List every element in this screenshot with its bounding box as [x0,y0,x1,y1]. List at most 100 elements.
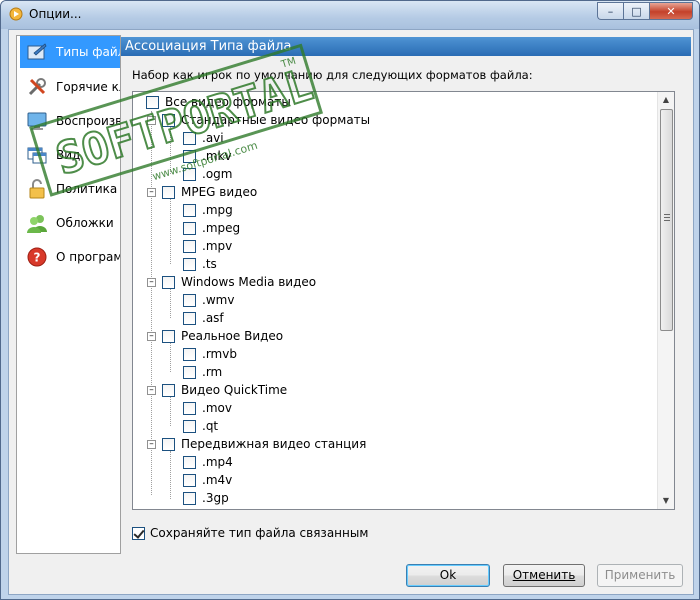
tree-label: .rmvb [202,347,237,361]
collapse-toggle[interactable]: – [147,187,156,197]
tree-group-real-video[interactable]: – Реальное Видео [147,327,283,345]
tree-label: .mkv [202,149,232,163]
checkbox[interactable] [162,185,175,199]
checkbox[interactable] [183,203,196,217]
sidebar-item-label: Воспроизве [56,114,120,128]
collapse-toggle[interactable]: – [147,331,156,341]
scroll-down-button[interactable]: ▼ [658,493,674,509]
tree-group-standard[interactable]: – Стандартные видео форматы [147,111,370,129]
users-icon [26,212,48,234]
tree-item[interactable]: .wmv [183,291,234,309]
sidebar-item-hotkeys[interactable]: Горячие кл [20,71,120,103]
sidebar-item-label: Вид [56,148,81,162]
app-icon [9,7,23,21]
collapse-toggle[interactable]: – [147,115,156,125]
tree-item[interactable]: .avi [183,129,224,147]
tree-connector [170,397,171,426]
keep-association-option[interactable]: Сохраняйте тип файла связанным [132,526,368,540]
maximize-button[interactable]: □ [623,2,649,20]
checkbox[interactable] [183,473,196,487]
checkbox[interactable] [183,239,196,253]
checkbox[interactable] [162,329,175,343]
checkbox[interactable] [162,383,175,397]
tree-connector [170,289,171,318]
checkbox[interactable] [183,131,196,145]
checkbox[interactable] [183,293,196,307]
sidebar-item-about[interactable]: ? О программ [20,241,120,273]
tree-item[interactable]: .ts [183,255,217,273]
checkbox[interactable] [162,437,175,451]
tree-label: .rm [202,365,223,379]
tree-item[interactable]: .ogm [183,165,232,183]
tree-group-windows-media[interactable]: – Windows Media видео [147,273,316,291]
checkbox[interactable] [183,419,196,433]
dialog-client-area: Типы файл Горячие кл Воспроизве Вид [8,29,694,595]
tree-item[interactable]: .mpv [183,237,232,255]
file-format-tree[interactable]: Все видео форматы – Стандартные видео фо… [132,91,675,510]
tree-scrollbar[interactable]: ▲ ▼ [657,92,674,509]
collapse-toggle[interactable]: – [147,277,156,287]
help-icon: ? [26,246,48,268]
checkbox[interactable] [183,491,196,505]
checkbox[interactable] [162,113,175,127]
tree-item[interactable]: .mov [183,399,232,417]
tree-label: .mpv [202,239,233,253]
minimize-button[interactable]: – [597,2,623,20]
sidebar-item-playback[interactable]: Воспроизве [20,105,120,137]
tree-label: Все видео форматы [165,95,291,109]
tree-group-quicktime[interactable]: – Видео QuickTime [147,381,287,399]
ok-button[interactable]: Ok [406,564,490,587]
checkbox[interactable] [183,347,196,361]
sidebar-item-privacy[interactable]: Политика к [20,173,120,205]
collapse-toggle[interactable]: – [147,439,156,449]
tools-icon [26,76,48,98]
tree-item[interactable]: .qt [183,417,218,435]
tree-item[interactable]: .3gp [183,489,229,507]
checkbox[interactable] [183,221,196,235]
cancel-button-label: Отменить [512,568,576,582]
sidebar-item-skins[interactable]: Обложки [20,207,120,239]
sidebar-item-file-types[interactable]: Типы файл [20,36,120,68]
tree-item[interactable]: .mp4 [183,453,233,471]
checkbox[interactable] [162,275,175,289]
window-icon [26,144,48,166]
checkbox[interactable] [183,167,196,181]
tree-label: .wmv [202,293,235,307]
title-bar[interactable]: Опции... – □ ✕ [1,1,699,29]
keep-association-label: Сохраняйте тип файла связанным [150,526,369,540]
section-description: Набор как игрок по умолчанию для следующ… [132,68,533,82]
tree-connector [170,199,171,264]
apply-button[interactable]: Применить [597,564,683,587]
tree-item[interactable]: .asf [183,309,224,327]
cancel-button[interactable]: Отменить [503,564,585,587]
checkbox[interactable] [183,401,196,415]
caption-buttons: – □ ✕ [597,2,693,20]
window-title: Опции... [29,7,82,21]
checkbox[interactable] [183,149,196,163]
checkbox[interactable] [183,257,196,271]
tree-label: .mpeg [202,221,241,235]
keep-association-checkbox[interactable] [132,526,145,540]
collapse-toggle[interactable]: – [147,385,156,395]
tree-item[interactable]: .rmvb [183,345,237,363]
video-file-icon [26,41,48,63]
scroll-thumb[interactable] [660,109,673,331]
tree-item[interactable]: .m4v [183,471,232,489]
scroll-up-button[interactable]: ▲ [658,92,674,108]
close-button[interactable]: ✕ [649,2,693,20]
sidebar-item-view[interactable]: Вид [20,139,120,171]
tree-item[interactable]: .mkv [183,147,232,165]
checkbox[interactable] [183,365,196,379]
tree-item[interactable]: .rm [183,363,222,381]
checkbox[interactable] [183,311,196,325]
tree-item[interactable]: .mpg [183,201,233,219]
checkbox[interactable] [146,95,159,109]
checkbox[interactable] [183,455,196,469]
tree-group-mpeg[interactable]: – MPEG видео [147,183,257,201]
tree-label: .3gp [202,491,229,505]
monitor-icon [26,110,48,132]
tree-group-mobile[interactable]: – Передвижная видео станция [147,435,366,453]
tree-root-all-video[interactable]: Все видео форматы [146,93,291,111]
svg-text:?: ? [34,251,41,265]
tree-item[interactable]: .mpeg [183,219,240,237]
